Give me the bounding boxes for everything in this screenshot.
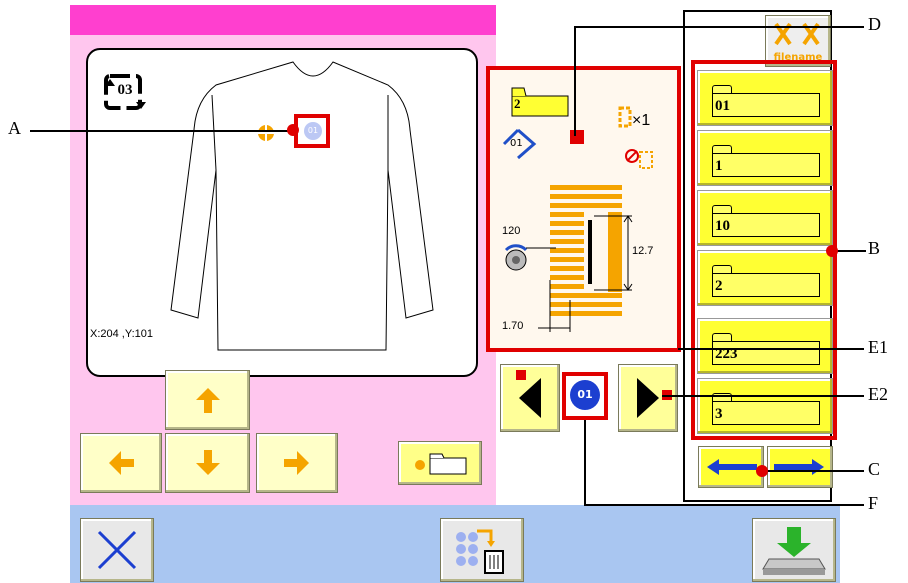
page-prev-button[interactable] (698, 446, 764, 488)
close-icon (97, 530, 137, 570)
pattern-number-box[interactable]: 01 (562, 372, 608, 420)
callout-label-e2: E2 (868, 384, 888, 404)
callout-line-f-vertical (584, 420, 586, 506)
callout-label-e1: E1 (868, 337, 888, 357)
callout-dot-a (287, 124, 299, 136)
arrow-left-icon (109, 451, 134, 475)
coordinate-readout: X:204 ,Y:101 (90, 328, 153, 340)
title-bar (70, 5, 496, 35)
shirt-outline-icon (170, 61, 434, 351)
move-right-button[interactable] (256, 433, 338, 493)
arrow-left-icon (707, 459, 757, 475)
arrow-up-icon (195, 388, 220, 413)
arrow-right-icon (774, 459, 824, 475)
callout-line-d-horizontal (574, 26, 864, 28)
callout-label-f: F (868, 493, 879, 513)
folder-label: 1 (712, 153, 820, 177)
cancel-button[interactable] (80, 518, 154, 582)
folder-button-2[interactable]: 2 (697, 250, 833, 306)
folder-label: 2 (712, 273, 820, 297)
folder-origin-icon (415, 453, 467, 475)
triangle-left-icon (519, 378, 541, 418)
folder-label: 223 (712, 341, 820, 365)
pattern-point-icon: 01 (304, 122, 322, 140)
folder-button-3[interactable]: 3 (697, 378, 833, 434)
delete-points-icon (456, 529, 504, 574)
callout-line-a (30, 130, 292, 132)
callout-label-a: A (8, 118, 21, 138)
pattern-highlight (486, 66, 681, 352)
move-up-button[interactable] (165, 370, 250, 430)
callout-line-c (762, 470, 864, 472)
folder-label: 01 (712, 93, 820, 117)
folder-button-223[interactable]: 223 (697, 318, 833, 374)
triangle-right-icon (637, 378, 659, 418)
arrow-right-icon (284, 451, 309, 475)
move-left-button[interactable] (80, 433, 162, 493)
folder-button-10[interactable]: 10 (697, 190, 833, 246)
callout-line-f-horizontal (584, 504, 864, 506)
arrow-down-icon (195, 450, 220, 475)
callout-line-e2 (662, 395, 864, 397)
page-next-button[interactable] (767, 446, 833, 488)
repeat-icon: 03 (102, 72, 146, 112)
repeat-count: 03 (117, 82, 133, 98)
garment-preview[interactable]: 03 01 X:204 ,Y:101 (86, 48, 478, 377)
callout-dot-b (826, 245, 838, 257)
folder-label: 10 (712, 213, 820, 237)
download-save-icon (762, 527, 826, 575)
origin-point-icon (258, 125, 274, 141)
filename-x-icon (774, 22, 820, 46)
pattern-number-badge: 01 (570, 380, 600, 410)
callout-label-d: D (868, 14, 881, 34)
folder-button-01[interactable]: 01 (697, 70, 833, 126)
callout-line-d-vertical (574, 26, 576, 136)
folder-label: 3 (712, 401, 820, 425)
prev-pattern-button[interactable] (500, 364, 560, 432)
origin-folder-button[interactable] (398, 441, 482, 485)
callout-label-b: B (868, 238, 881, 258)
callout-line-e1 (678, 348, 864, 350)
callout-dot-c (756, 465, 768, 477)
callout-e1-marker (516, 370, 526, 380)
delete-pattern-button[interactable] (440, 518, 524, 582)
selected-point-marker[interactable]: 01 (294, 114, 330, 148)
move-down-button[interactable] (165, 433, 250, 493)
callout-label-c: C (868, 459, 881, 479)
save-button[interactable] (752, 518, 836, 582)
folder-button-1[interactable]: 1 (697, 130, 833, 186)
